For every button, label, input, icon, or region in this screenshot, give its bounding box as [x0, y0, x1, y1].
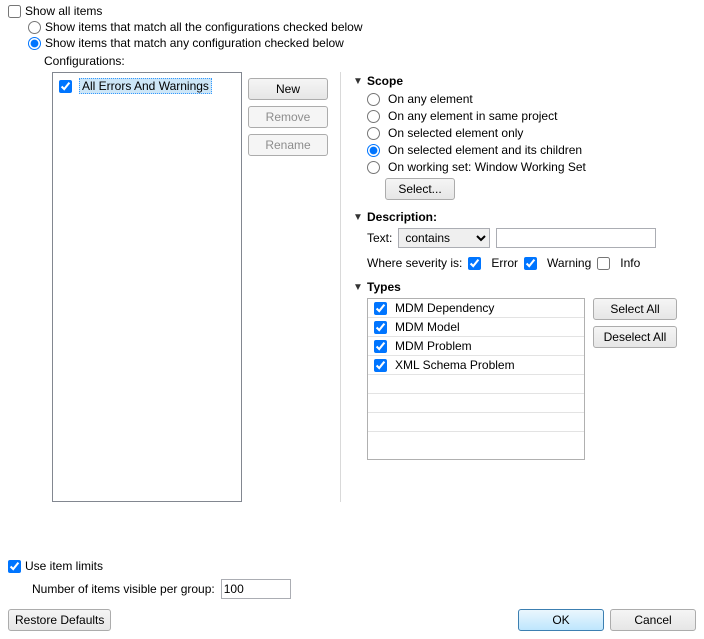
select-working-set-button[interactable]: Select...: [385, 178, 455, 200]
table-row: [368, 375, 584, 394]
type-label: MDM Model: [395, 320, 460, 334]
scope-any-element-label: On any element: [388, 92, 473, 106]
type-checkbox[interactable]: [374, 359, 387, 372]
scope-any-element-radio[interactable]: [367, 93, 380, 106]
table-row[interactable]: MDM Problem: [368, 337, 584, 356]
num-items-input[interactable]: [221, 579, 291, 599]
table-row: [368, 413, 584, 432]
table-row: [368, 432, 584, 451]
table-row[interactable]: MDM Model: [368, 318, 584, 337]
rename-button: Rename: [248, 134, 328, 156]
description-title: Description:: [367, 210, 437, 224]
table-row: [368, 394, 584, 413]
text-label: Text:: [367, 231, 392, 245]
match-all-radio[interactable]: [28, 21, 41, 34]
type-label: XML Schema Problem: [395, 358, 515, 372]
type-checkbox[interactable]: [374, 321, 387, 334]
scope-selected-children-radio[interactable]: [367, 144, 380, 157]
use-item-limits-checkbox[interactable]: [8, 560, 21, 573]
select-all-button[interactable]: Select All: [593, 298, 677, 320]
severity-label: Where severity is:: [367, 256, 462, 270]
scope-selected-children-label: On selected element and its children: [388, 143, 582, 157]
severity-warning-checkbox[interactable]: [524, 257, 537, 270]
severity-info-label: Info: [620, 256, 640, 270]
ok-button[interactable]: OK: [518, 609, 604, 631]
scope-title: Scope: [367, 74, 403, 88]
scope-selected-only-radio[interactable]: [367, 127, 380, 140]
new-button[interactable]: New: [248, 78, 328, 100]
types-list[interactable]: MDM Dependency MDM Model MDM Problem XML…: [367, 298, 585, 460]
use-item-limits-label: Use item limits: [25, 559, 103, 573]
config-item-checkbox[interactable]: [59, 80, 72, 93]
type-label: MDM Dependency: [395, 301, 494, 315]
severity-warning-label: Warning: [547, 256, 591, 270]
cancel-button[interactable]: Cancel: [610, 609, 696, 631]
text-match-combo[interactable]: contains: [398, 228, 490, 248]
scope-working-set-radio[interactable]: [367, 161, 380, 174]
scope-same-project-label: On any element in same project: [388, 109, 557, 123]
list-item[interactable]: All Errors And Warnings: [57, 77, 237, 95]
scope-twistie-icon[interactable]: ▼: [353, 76, 363, 87]
config-item-label: All Errors And Warnings: [79, 78, 212, 94]
match-all-label: Show items that match all the configurat…: [45, 20, 363, 34]
match-any-radio[interactable]: [28, 37, 41, 50]
show-all-label: Show all items: [25, 4, 102, 18]
scope-working-set-label: On working set: Window Working Set: [388, 160, 586, 174]
num-items-label: Number of items visible per group:: [32, 582, 215, 596]
type-checkbox[interactable]: [374, 340, 387, 353]
type-label: MDM Problem: [395, 339, 472, 353]
table-row[interactable]: XML Schema Problem: [368, 356, 584, 375]
table-row[interactable]: MDM Dependency: [368, 299, 584, 318]
type-checkbox[interactable]: [374, 302, 387, 315]
match-any-label: Show items that match any configuration …: [45, 36, 344, 50]
severity-error-checkbox[interactable]: [468, 257, 481, 270]
show-all-checkbox[interactable]: [8, 5, 21, 18]
configurations-label: Configurations:: [44, 54, 696, 68]
types-title: Types: [367, 280, 401, 294]
types-twistie-icon[interactable]: ▼: [353, 282, 363, 293]
configurations-list[interactable]: All Errors And Warnings: [52, 72, 242, 502]
restore-defaults-button[interactable]: Restore Defaults: [8, 609, 111, 631]
remove-button: Remove: [248, 106, 328, 128]
deselect-all-button[interactable]: Deselect All: [593, 326, 677, 348]
severity-info-checkbox[interactable]: [597, 257, 610, 270]
text-match-input[interactable]: [496, 228, 656, 248]
severity-error-label: Error: [491, 256, 518, 270]
scope-same-project-radio[interactable]: [367, 110, 380, 123]
scope-selected-only-label: On selected element only: [388, 126, 523, 140]
description-twistie-icon[interactable]: ▼: [353, 212, 363, 223]
